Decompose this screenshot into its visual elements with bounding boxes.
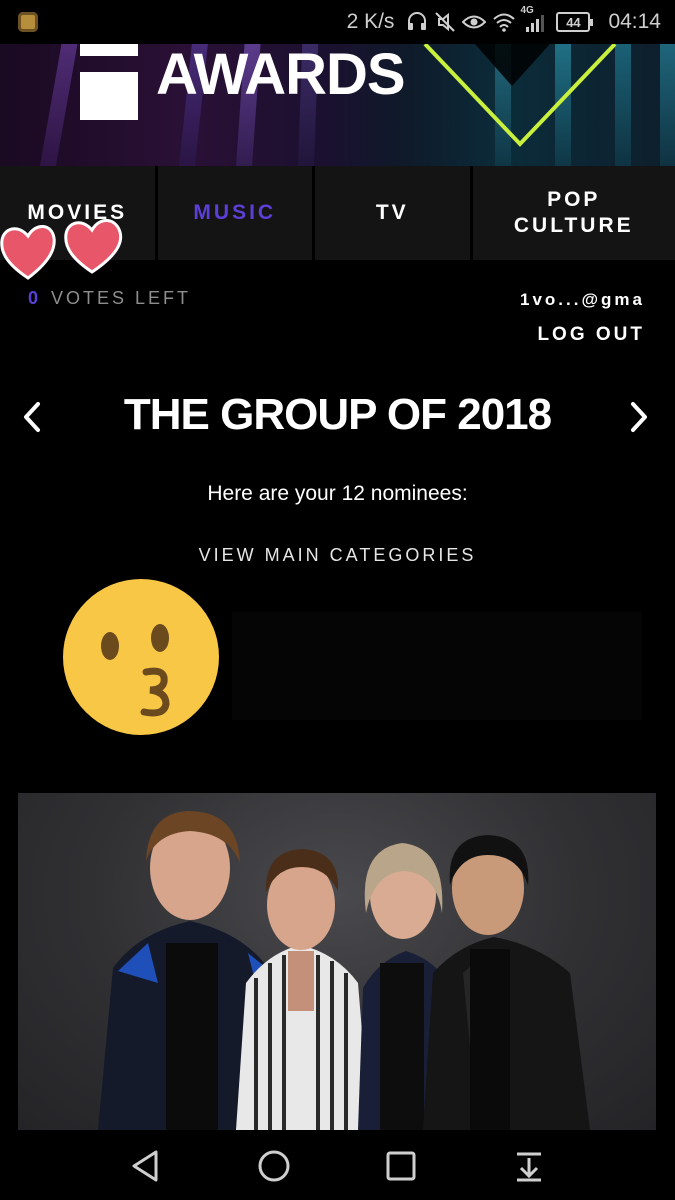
- kissing-face-emoji: [63, 579, 219, 735]
- signal-icon: 4G: [520, 5, 546, 33]
- view-main-categories-link[interactable]: VIEW MAIN CATEGORIES: [0, 545, 675, 566]
- account-email: 1vo...@gma: [520, 290, 645, 309]
- home-icon[interactable]: [256, 1148, 292, 1184]
- back-icon[interactable]: [128, 1148, 164, 1184]
- nominee-photo[interactable]: [18, 793, 656, 1130]
- net-speed: 2 K/s: [346, 10, 395, 33]
- banner-stripe: [35, 44, 81, 166]
- category-title: THE GROUP OF 2018: [123, 390, 552, 439]
- network-type: 4G: [520, 5, 534, 16]
- votes-left: 0 VOTES LEFT: [28, 288, 191, 309]
- banner-chevron-graphic: [423, 44, 617, 147]
- redacted-area: [232, 612, 642, 720]
- android-nav-bar: [0, 1130, 675, 1200]
- hearts-sticker: [0, 219, 123, 280]
- battery-icon: 44: [556, 12, 594, 32]
- headphones-icon: [406, 11, 428, 33]
- tab-tv[interactable]: TV: [315, 166, 473, 260]
- logout-link[interactable]: LOG OUT: [537, 324, 645, 346]
- votes-label: VOTES LEFT: [51, 288, 192, 308]
- awards-logo-mark: [80, 44, 138, 120]
- mute-icon: [434, 11, 456, 33]
- banner-title: AWARDS: [156, 44, 406, 107]
- banner-stripe: [660, 44, 675, 166]
- clock: 04:14: [608, 10, 661, 33]
- chevron-right-icon[interactable]: [623, 400, 653, 434]
- eye-icon: [462, 11, 487, 33]
- status-bar: 2 K/s 4G 44 04:14: [0, 0, 675, 44]
- nominees-count-text: Here are your 12 nominees:: [207, 482, 468, 505]
- app-icon: [18, 12, 38, 32]
- tab-pop-culture[interactable]: POP CULTURE: [472, 166, 675, 260]
- recents-icon[interactable]: [383, 1148, 419, 1184]
- tab-music[interactable]: MUSIC: [157, 166, 315, 260]
- votes-count: 0: [28, 288, 42, 308]
- wifi-icon: [492, 11, 516, 33]
- status-right: 2 K/s 4G 44 04:14: [346, 5, 661, 34]
- notification-pull-icon[interactable]: [511, 1148, 547, 1184]
- awards-banner: AWARDS: [0, 44, 675, 166]
